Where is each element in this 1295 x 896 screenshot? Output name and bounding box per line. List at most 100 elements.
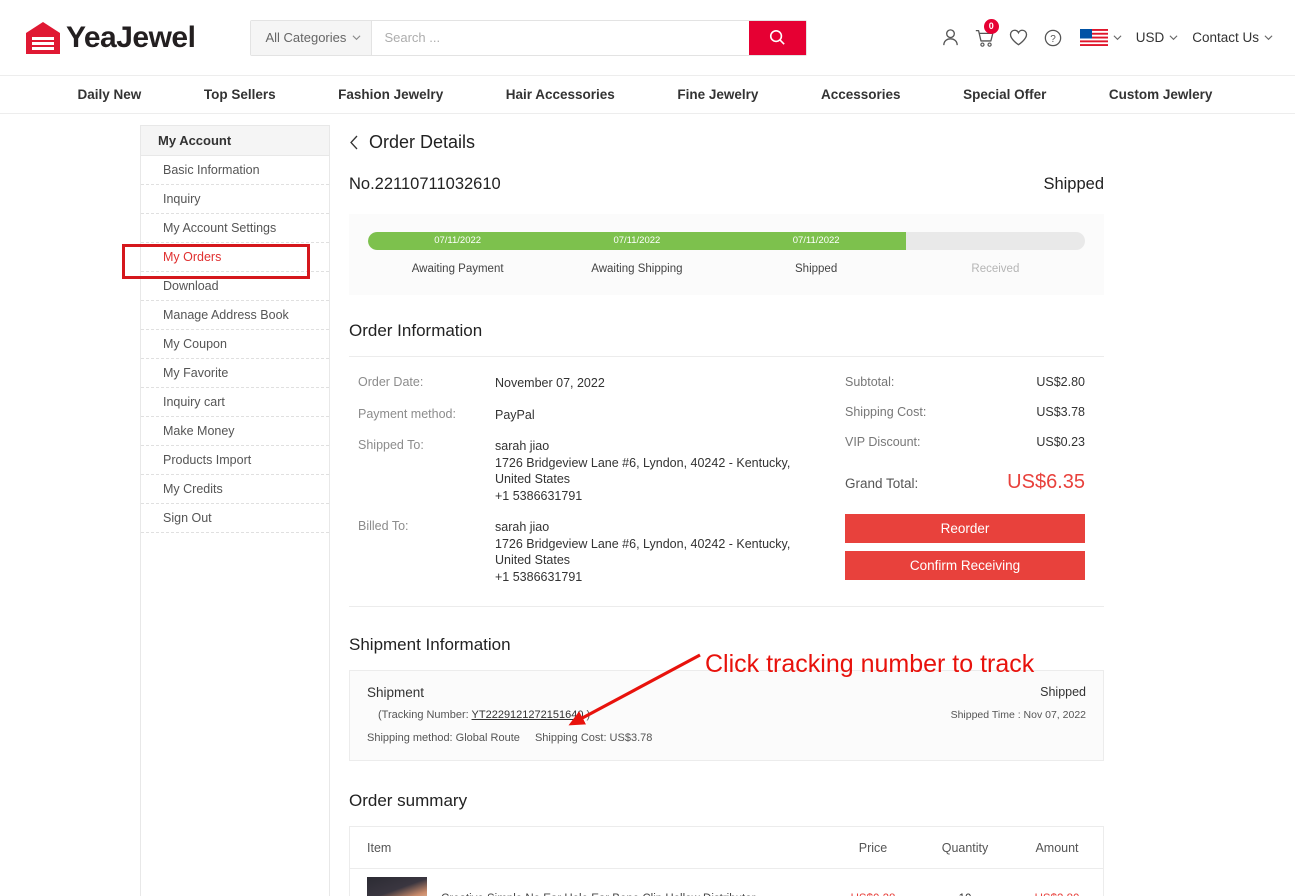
- back-to-orders[interactable]: Order Details: [349, 132, 1104, 153]
- column-header-amount: Amount: [1035, 840, 1079, 855]
- shipped-time: Shipped Time : Nov 07, 2022: [950, 709, 1086, 721]
- account-button[interactable]: [934, 0, 968, 75]
- question-circle-icon: ?: [1036, 28, 1070, 48]
- search-button[interactable]: [749, 20, 807, 55]
- shipping-method-label: Shipping method: Global Route: [367, 732, 520, 744]
- shipment-information-title: Shipment Information: [349, 635, 511, 654]
- billed-to-row: Billed To: sarah jiao 1726 Bridgeview La…: [358, 519, 837, 585]
- sidebar-title: My Account: [141, 126, 329, 156]
- shipped-to-row: Shipped To: sarah jiao 1726 Bridgeview L…: [358, 438, 837, 504]
- order-summary-title: Order summary: [349, 791, 468, 810]
- nav-item-hair-accessories[interactable]: Hair Accessories: [506, 87, 615, 102]
- page-title: Order Details: [369, 132, 476, 152]
- progress-step-received: Received: [971, 263, 1020, 275]
- sidebar-item-products-import[interactable]: Products Import: [141, 446, 329, 475]
- subtotal-label: Subtotal:: [845, 375, 895, 389]
- wishlist-button[interactable]: [1002, 0, 1036, 75]
- sidebar-item-my-orders[interactable]: My Orders: [141, 243, 329, 272]
- sidebar-item-my-credits[interactable]: My Credits: [141, 475, 329, 504]
- table-header-row: Item Price Quantity Amount: [350, 827, 1103, 869]
- vip-discount-row: VIP Discount: US$0.23: [845, 435, 1085, 449]
- tracking-number-line: (Tracking Number: YT2229121272151640 ): [367, 709, 590, 721]
- svg-text:?: ?: [1050, 34, 1056, 45]
- order-date-label: Order Date:: [358, 375, 424, 389]
- sidebar-item-sign-out[interactable]: Sign Out: [141, 504, 329, 533]
- contact-us-menu[interactable]: Contact Us: [1178, 0, 1273, 75]
- contact-us-label: Contact Us: [1192, 30, 1259, 45]
- column-header-price: Price: [858, 840, 888, 855]
- payment-method-label: Payment method:: [358, 406, 456, 421]
- site-header: YeaJewel All Categories Search ... 0 ? U…: [0, 0, 1295, 75]
- progress-step-shipped: Shipped: [795, 263, 838, 275]
- sidebar-item-my-account-settings[interactable]: My Account Settings: [141, 214, 329, 243]
- chevron-down-icon: [1169, 35, 1178, 41]
- nav-item-custom-jewlery[interactable]: Custom Jewlery: [1109, 87, 1213, 102]
- nav-item-fine-jewelry[interactable]: Fine Jewelry: [677, 87, 758, 102]
- sidebar-item-manage-address-book[interactable]: Manage Address Book: [141, 301, 329, 330]
- progress-date-1: 07/11/2022: [613, 235, 661, 246]
- heart-icon: [1002, 27, 1036, 48]
- site-logo[interactable]: YeaJewel: [24, 21, 196, 55]
- shipping-cost-label-2: Shipping Cost: US$3.78: [534, 732, 653, 744]
- shipping-cost-value: US$3.78: [1036, 405, 1085, 419]
- shipping-cost-row: Shipping Cost: US$3.78: [845, 405, 1085, 419]
- sidebar-item-make-money[interactable]: Make Money: [141, 417, 329, 446]
- grand-total-value: US$6.35: [1007, 471, 1085, 493]
- grand-total-label: Grand Total:: [845, 476, 919, 491]
- confirm-receiving-button[interactable]: Confirm Receiving: [845, 551, 1085, 580]
- order-date-row: Order Date: November 07, 2022: [358, 375, 837, 392]
- shipping-method-line: Shipping method: Global Route Shipping C…: [367, 732, 1086, 744]
- shipment-status: Shipped: [1040, 685, 1086, 699]
- order-information-section: Order Information Order Date: November 0…: [349, 321, 1104, 607]
- search-bar: All Categories: [250, 19, 808, 56]
- table-row[interactable]: Creative Simple No Ear Hole Ear Bone Cli…: [350, 869, 1103, 896]
- grand-total-row: Grand Total: US$6.35: [845, 471, 1085, 494]
- cart-count-badge: 0: [983, 19, 999, 34]
- nav-item-special-offer[interactable]: Special Offer: [963, 87, 1046, 102]
- order-summary-table: Item Price Quantity Amount Creative Simp…: [349, 826, 1104, 896]
- billed-to-value: sarah jiao 1726 Bridgeview Lane #6, Lynd…: [495, 520, 791, 584]
- shipping-cost-label: Shipping Cost:: [845, 405, 927, 419]
- shipment-card: Shipment Shipped (Tracking Number: YT222…: [349, 670, 1104, 761]
- progress-date-0: 07/11/2022: [434, 235, 482, 246]
- nav-item-top-sellers[interactable]: Top Sellers: [204, 87, 276, 102]
- shipped-to-value: sarah jiao 1726 Bridgeview Lane #6, Lynd…: [495, 439, 791, 503]
- main-navigation: Daily New Top Sellers Fashion Jewelry Ha…: [0, 75, 1295, 114]
- order-details-main: Order Details No.22110711032610 Shipped …: [349, 114, 1104, 896]
- tracking-number-prefix: (Tracking Number:: [378, 709, 469, 721]
- order-totals: Subtotal: US$2.80 Shipping Cost: US$3.78…: [837, 375, 1085, 588]
- order-date-value: November 07, 2022: [495, 376, 605, 390]
- header-actions: 0 ? USD Contact Us: [934, 0, 1273, 75]
- sidebar-item-my-favorite[interactable]: My Favorite: [141, 359, 329, 388]
- user-icon: [934, 27, 968, 48]
- cart-button[interactable]: 0: [968, 0, 1002, 75]
- shipment-information-section: Shipment Information Shipment Shipped (T…: [349, 635, 1104, 761]
- chevron-down-icon: [352, 35, 361, 41]
- currency-label: USD: [1135, 30, 1165, 45]
- category-select[interactable]: All Categories: [251, 20, 373, 55]
- order-number-row: No.22110711032610 Shipped: [349, 175, 1104, 194]
- chevron-down-icon: [1113, 35, 1122, 41]
- tracking-number-link[interactable]: YT2229121272151640: [472, 709, 584, 721]
- help-button[interactable]: ?: [1036, 0, 1070, 75]
- sidebar-item-inquiry[interactable]: Inquiry: [141, 185, 329, 214]
- sidebar-item-inquiry-cart[interactable]: Inquiry cart: [141, 388, 329, 417]
- currency-selector[interactable]: USD: [1122, 0, 1179, 75]
- order-information-title: Order Information: [349, 321, 483, 340]
- sidebar-item-my-coupon[interactable]: My Coupon: [141, 330, 329, 359]
- sidebar-item-download[interactable]: Download: [141, 272, 329, 301]
- search-icon: [770, 29, 786, 45]
- progress-date-3: [906, 232, 1085, 250]
- subtotal-value: US$2.80: [1036, 375, 1085, 389]
- search-input[interactable]: [372, 20, 750, 55]
- nav-item-daily-new[interactable]: Daily New: [78, 87, 142, 102]
- language-selector[interactable]: [1070, 0, 1122, 75]
- account-sidebar: My Account Basic Information Inquiry My …: [122, 125, 330, 896]
- reorder-button[interactable]: Reorder: [845, 514, 1085, 543]
- nav-item-fashion-jewelry[interactable]: Fashion Jewelry: [338, 87, 443, 102]
- product-thumbnail[interactable]: [367, 877, 427, 896]
- page-body: My Account Basic Information Inquiry My …: [0, 114, 1295, 896]
- progress-bar-track: 07/11/2022 07/11/2022 07/11/2022: [368, 232, 1085, 250]
- nav-item-accessories[interactable]: Accessories: [821, 87, 901, 102]
- sidebar-item-basic-information[interactable]: Basic Information: [141, 156, 329, 185]
